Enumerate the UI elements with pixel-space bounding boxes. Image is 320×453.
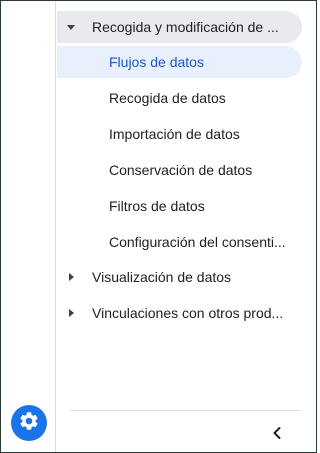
settings-button[interactable]: [11, 405, 47, 441]
nav-item-data-retention[interactable]: Conservación de datos: [57, 154, 302, 186]
nav-divider: [70, 410, 300, 411]
nav-item-consent-settings[interactable]: Configuración del consenti...: [57, 226, 302, 258]
caret-down-icon: [67, 23, 75, 31]
sidebar-nav: Recogida y modificación de ... Flujos de…: [57, 1, 316, 452]
nav-item-data-import[interactable]: Importación de datos: [57, 118, 302, 150]
nav-item-data-collection[interactable]: Recogida de datos: [57, 82, 302, 114]
chevron-left-icon: [269, 425, 285, 446]
nav-section-label: Vinculaciones con otros prod...: [92, 305, 284, 321]
nav-section-product-links[interactable]: Vinculaciones con otros prod...: [57, 297, 302, 329]
gear-icon: [18, 410, 40, 437]
nav-item-data-filters[interactable]: Filtros de datos: [57, 190, 302, 222]
nav-item-label: Configuración del consenti...: [109, 234, 286, 250]
nav-item-data-streams[interactable]: Flujos de datos: [57, 46, 302, 78]
caret-right-icon: [67, 309, 75, 317]
collapse-sidebar-button[interactable]: [265, 423, 289, 447]
nav-item-label: Conservación de datos: [109, 162, 253, 178]
nav-item-label: Importación de datos: [109, 126, 240, 142]
nav-item-label: Recogida de datos: [109, 90, 226, 106]
nav-section-data-display[interactable]: Visualización de datos: [57, 261, 302, 293]
admin-navigation-panel: Recogida y modificación de ... Flujos de…: [0, 0, 317, 453]
nav-section-label: Recogida y modificación de ...: [92, 19, 279, 35]
left-rail: [1, 1, 56, 452]
caret-right-icon: [67, 273, 75, 281]
nav-section-label: Visualización de datos: [92, 269, 232, 285]
nav-item-label: Filtros de datos: [109, 198, 205, 214]
nav-section-data-collection[interactable]: Recogida y modificación de ...: [57, 11, 302, 43]
nav-item-label: Flujos de datos: [109, 54, 204, 70]
